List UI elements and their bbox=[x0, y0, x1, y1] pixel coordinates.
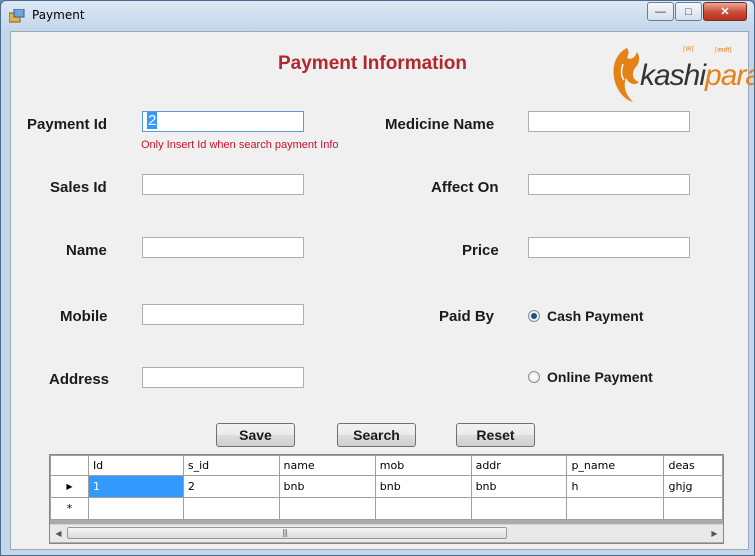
payment-grid[interactable]: Id s_id name mob addr p_name deas ▶ 1 2 … bbox=[49, 454, 724, 544]
grid-corner-cell[interactable] bbox=[50, 455, 89, 476]
table-cell[interactable]: bnb bbox=[374, 475, 472, 498]
payment-id-label: Payment Id bbox=[27, 116, 108, 133]
table-cell[interactable]: h bbox=[566, 475, 665, 498]
maximize-button[interactable]: □ bbox=[675, 2, 702, 21]
save-button[interactable]: Save bbox=[216, 423, 295, 447]
cash-payment-radio[interactable] bbox=[528, 310, 540, 322]
online-payment-label[interactable]: Online Payment bbox=[547, 369, 653, 385]
column-header[interactable]: s_id bbox=[182, 455, 280, 476]
grid-table: Id s_id name mob addr p_name deas ▶ 1 2 … bbox=[50, 455, 723, 520]
column-header[interactable]: deas bbox=[663, 455, 723, 476]
table-cell[interactable] bbox=[278, 497, 376, 520]
close-icon: ✕ bbox=[720, 6, 730, 18]
column-header[interactable]: p_name bbox=[566, 455, 665, 476]
column-header[interactable]: addr bbox=[470, 455, 568, 476]
address-label: Address bbox=[49, 371, 110, 388]
table-cell[interactable]: 1 bbox=[87, 475, 184, 498]
payment-id-value: 2 bbox=[147, 112, 158, 129]
scroll-left-icon[interactable]: ◀ bbox=[50, 525, 67, 542]
logo-text-para: para bbox=[705, 59, 754, 92]
payment-window: Payment — □ ✕ Payment Information kaship… bbox=[0, 0, 755, 556]
reset-button[interactable]: Reset bbox=[456, 423, 535, 447]
horizontal-scrollbar[interactable]: ◀ ||| ▶ bbox=[50, 524, 723, 542]
payment-id-input[interactable]: 2 bbox=[142, 111, 304, 132]
minimize-icon: — bbox=[655, 5, 666, 18]
column-header[interactable]: Id bbox=[87, 455, 184, 476]
table-row[interactable]: ▶ 1 2 bnb bnb bnb h ghjg bbox=[50, 475, 723, 498]
logo-text-kashi: kashi bbox=[640, 59, 706, 92]
kashipara-logo: kashipara [IR] [काशी] bbox=[609, 44, 754, 104]
cash-payment-label[interactable]: Cash Payment bbox=[547, 308, 643, 324]
price-input[interactable] bbox=[528, 237, 690, 258]
logo-tag-right: [काशी] bbox=[715, 47, 732, 54]
table-cell[interactable]: bnb bbox=[278, 475, 376, 498]
paid-by-label: Paid By bbox=[439, 308, 495, 325]
close-button[interactable]: ✕ bbox=[703, 2, 747, 21]
column-header[interactable]: mob bbox=[374, 455, 472, 476]
search-button[interactable]: Search bbox=[337, 423, 416, 447]
scrollbar-thumb[interactable]: ||| bbox=[67, 527, 507, 539]
scroll-grip-icon: ||| bbox=[282, 528, 288, 537]
logo-tag-left: [IR] bbox=[683, 46, 694, 53]
table-cell[interactable]: bnb bbox=[470, 475, 568, 498]
payment-id-hint: Only Insert Id when search payment Info bbox=[141, 139, 339, 151]
table-cell[interactable] bbox=[663, 497, 723, 520]
title-bar[interactable]: Payment — □ ✕ bbox=[1, 1, 754, 31]
new-row-indicator-icon[interactable]: * bbox=[50, 497, 89, 520]
table-cell[interactable] bbox=[374, 497, 472, 520]
minimize-button[interactable]: — bbox=[647, 2, 674, 21]
table-cell[interactable]: 2 bbox=[182, 475, 280, 498]
column-header[interactable]: name bbox=[278, 455, 376, 476]
table-cell[interactable] bbox=[182, 497, 280, 520]
current-row-indicator-icon[interactable]: ▶ bbox=[50, 475, 89, 498]
price-label: Price bbox=[462, 242, 499, 259]
app-window-icon bbox=[9, 9, 25, 23]
table-cell[interactable] bbox=[87, 497, 184, 520]
address-input[interactable] bbox=[142, 367, 304, 388]
table-cell[interactable] bbox=[566, 497, 665, 520]
medicine-name-label: Medicine Name bbox=[385, 116, 495, 133]
maximize-icon: □ bbox=[685, 5, 692, 18]
logo-wordmark: kashipara bbox=[640, 59, 754, 93]
mobile-label: Mobile bbox=[60, 308, 108, 325]
online-payment-radio[interactable] bbox=[528, 371, 540, 383]
table-cell[interactable] bbox=[470, 497, 568, 520]
form-area: Payment Information kashipara [IR] [काशी… bbox=[10, 31, 754, 550]
window-title: Payment bbox=[32, 8, 85, 22]
page-title: Payment Information bbox=[278, 53, 467, 74]
sales-id-input[interactable] bbox=[142, 174, 304, 195]
grid-header-row: Id s_id name mob addr p_name deas bbox=[50, 455, 723, 476]
affect-on-input[interactable] bbox=[528, 174, 690, 195]
name-input[interactable] bbox=[142, 237, 304, 258]
affect-on-label: Affect On bbox=[431, 179, 499, 196]
mobile-input[interactable] bbox=[142, 304, 304, 325]
radio-selected-dot bbox=[531, 313, 537, 319]
sales-id-label: Sales Id bbox=[50, 179, 107, 196]
scroll-right-icon[interactable]: ▶ bbox=[706, 525, 723, 542]
medicine-name-input[interactable] bbox=[528, 111, 690, 132]
table-cell[interactable]: ghjg bbox=[663, 475, 723, 498]
new-row[interactable]: * bbox=[50, 497, 723, 520]
name-label: Name bbox=[66, 242, 107, 259]
